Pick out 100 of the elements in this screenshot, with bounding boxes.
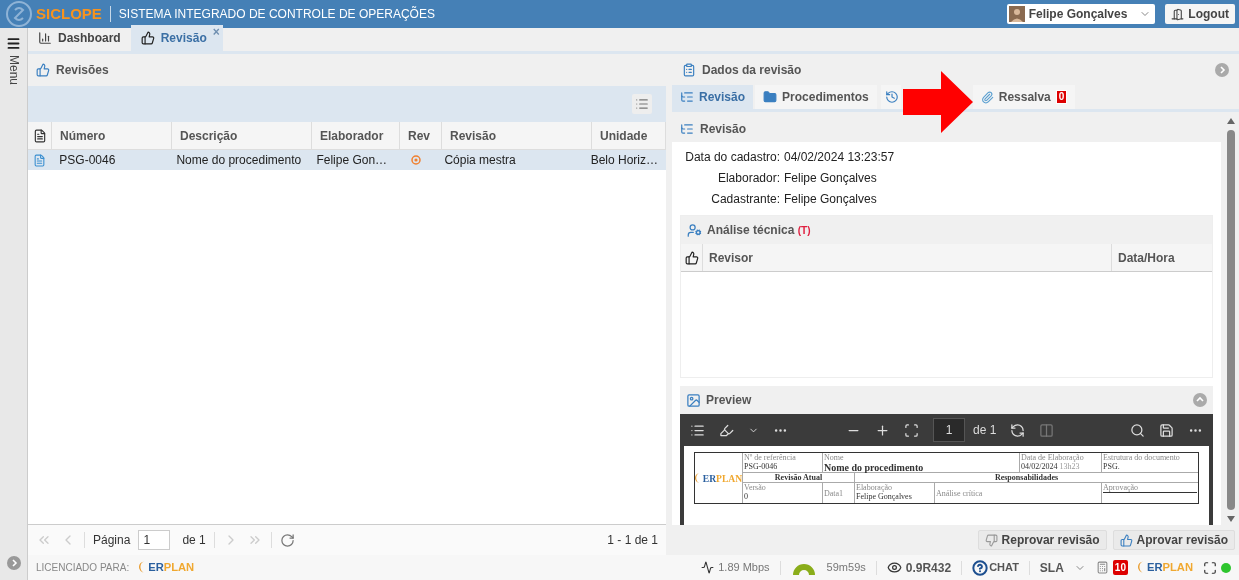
page-count: de 1 — [182, 532, 206, 549]
pointer-arrow — [902, 71, 973, 133]
pdf-icon[interactable] — [33, 153, 47, 167]
page-field[interactable]: 1 — [138, 530, 171, 550]
table-cell-text: Felipe Gon… — [316, 152, 388, 169]
expand-icon[interactable] — [6, 556, 21, 570]
highlighter-icon[interactable] — [719, 422, 734, 438]
panel-title: Revisões — [56, 62, 109, 79]
door-icon — [1171, 7, 1185, 21]
user-menu[interactable]: Felipe Gonçalves — [1006, 4, 1156, 24]
network-icon — [701, 561, 715, 574]
doc-label: Data1 — [824, 489, 844, 498]
app-logo: SICLOPE — [36, 3, 102, 24]
menu-label[interactable]: Menu — [4, 55, 23, 86]
collapse-up-icon[interactable] — [1193, 393, 1207, 407]
status-icon — [410, 155, 421, 165]
brand-name: ERPLAN — [702, 473, 743, 483]
table-cell-text: Belo Horiz… — [590, 152, 658, 169]
session-timer: 59m59s — [826, 560, 866, 576]
doc-label: Versão — [744, 483, 767, 492]
table-cell-text: Nome do procedimento — [176, 152, 302, 169]
version-label: 0.9R432 — [905, 559, 952, 577]
brand-name: ERPLAN — [148, 560, 195, 576]
column-header[interactable]: Unidade — [600, 126, 648, 145]
sla-label: SLA — [1039, 559, 1064, 577]
help-icon — [972, 559, 989, 576]
section-title: Revisão — [700, 121, 747, 138]
bars-icon — [38, 31, 52, 45]
count-badge: 0 — [1055, 90, 1068, 104]
detail-tab[interactable]: Procedimentos — [755, 85, 877, 109]
field-label: Data do cadastro: — [684, 148, 780, 166]
logout-button[interactable]: Logout — [1165, 4, 1235, 24]
image-icon — [686, 392, 701, 408]
rotate-icon[interactable] — [1010, 422, 1026, 438]
detail-tab[interactable]: Ressalva 0 — [972, 85, 1076, 109]
folder-icon — [763, 90, 778, 104]
calculator-icon[interactable] — [1095, 561, 1109, 574]
zoom-in-icon[interactable] — [875, 422, 890, 438]
doc-label: Estrutura do documento — [1103, 453, 1181, 462]
doc-value: 0 — [744, 492, 749, 501]
page-view-icon[interactable] — [1039, 422, 1055, 438]
doc-value: PSG-0046 — [744, 462, 779, 471]
doc-label: Aprovação — [1103, 483, 1197, 493]
field-value: Felipe Gonçalves — [784, 190, 877, 208]
doc-heading: Revisão Atual — [774, 473, 823, 482]
column-header[interactable]: Data/Hora — [1118, 248, 1175, 267]
section-title: Análise técnica (T) — [707, 222, 811, 239]
paperclip-icon — [980, 90, 994, 104]
doc-value: Felipe Gonçalves — [856, 492, 913, 501]
column-header[interactable]: Rev — [408, 126, 430, 145]
page-count: de 1 — [973, 422, 997, 439]
detail-tab[interactable] — [880, 85, 901, 109]
clipboard-icon — [682, 63, 696, 77]
save-icon[interactable] — [1159, 422, 1174, 438]
eye-icon — [886, 560, 902, 575]
notification-badge[interactable]: 10 — [1112, 560, 1128, 575]
detail-tab[interactable]: Revisão — [672, 85, 754, 109]
field-label: Cadastrante: — [710, 190, 780, 208]
refresh-icon[interactable] — [279, 532, 295, 548]
collapse-icon[interactable] — [1215, 63, 1229, 77]
columns-menu-button[interactable] — [632, 94, 652, 114]
search-icon[interactable] — [1130, 422, 1145, 438]
doc-value: 04/02/2024 — [1021, 462, 1058, 471]
column-header[interactable]: Elaborador — [320, 126, 384, 145]
page-field[interactable]: 1 — [933, 418, 965, 442]
fit-page-icon[interactable] — [904, 422, 919, 438]
approve-button[interactable]: Aprovar revisão — [1112, 530, 1235, 550]
reject-button[interactable]: Reprovar revisão — [977, 530, 1107, 550]
outline-icon[interactable] — [690, 422, 705, 438]
column-header[interactable]: Número — [60, 126, 106, 145]
section-title: Preview — [706, 392, 752, 409]
thumbs-up-icon — [36, 63, 50, 77]
page-tab[interactable]: Dashboard — [28, 25, 131, 51]
page-tab[interactable]: Revisão × — [130, 25, 223, 51]
doc-label: Análise crítica — [936, 489, 983, 498]
column-header[interactable]: Revisor — [709, 248, 754, 267]
doc-label: Nome — [824, 453, 845, 462]
list-icon — [635, 97, 649, 111]
field-value: 04/02/2024 13:23:57 — [784, 148, 895, 166]
doc-value: 13h23 — [1059, 462, 1080, 471]
doc-heading: Responsabilidades — [994, 473, 1059, 482]
thumbs-up-icon — [140, 31, 155, 45]
thumbs-up-icon — [1119, 533, 1133, 547]
field-label: Elaborador: — [716, 169, 780, 187]
doc-label: Nº de referência — [744, 453, 797, 462]
table-row[interactable]: PSG-0046 Nome do procedimento Felipe Gon… Cópia mestra Belo Horiz… — [28, 150, 666, 170]
list-icon — [680, 90, 694, 104]
license-label: LICENCIADO PARA: — [36, 561, 130, 575]
column-header[interactable]: Descrição — [180, 126, 238, 145]
reviewer-icon — [687, 222, 702, 238]
column-header[interactable]: Revisão — [450, 126, 497, 145]
thumbs-down-icon — [984, 533, 998, 547]
brand-name: ERPLAN — [1147, 560, 1193, 576]
fullscreen-icon[interactable] — [1203, 560, 1217, 575]
menu-icon[interactable] — [6, 36, 21, 51]
doc-title: Nome do procedimento — [824, 462, 925, 473]
chat-button[interactable]: CHAT — [972, 559, 1019, 576]
pdf-icon — [32, 128, 47, 143]
doc-value: PSG. — [1103, 462, 1121, 471]
table-cell-text: PSG-0046 — [59, 152, 116, 169]
